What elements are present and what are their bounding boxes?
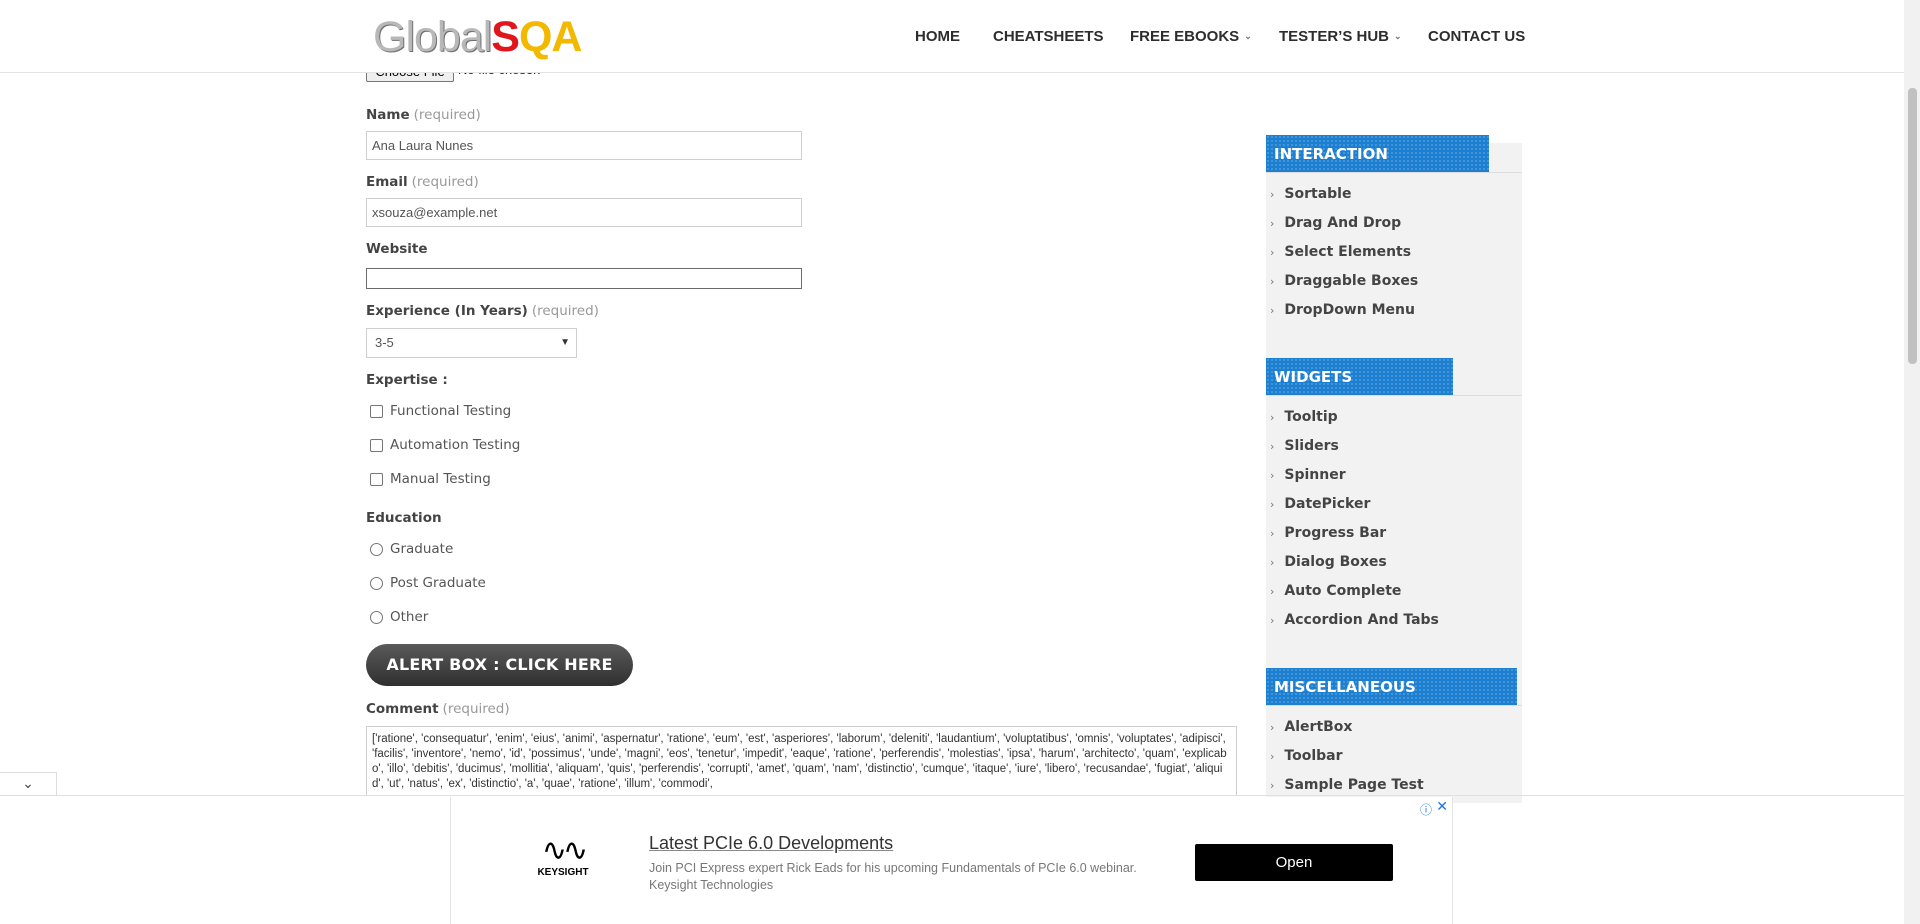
widget-title-miscellaneous: MISCELLANEOUS: [1266, 668, 1517, 706]
sidebar-item-sliders[interactable]: › Sliders: [1270, 438, 1339, 454]
name-input[interactable]: Ana Laura Nunes: [366, 131, 802, 160]
radio-button[interactable]: [370, 576, 383, 590]
chevron-right-icon: ›: [1270, 779, 1275, 792]
info-icon[interactable]: ⓘ: [1420, 801, 1432, 818]
widget-title-widgets: WIDGETS: [1266, 358, 1453, 396]
nav-home[interactable]: HOME: [915, 28, 960, 45]
sidebar-item-alertbox[interactable]: › AlertBox: [1270, 719, 1352, 735]
ad-title[interactable]: Latest PCIe 6.0 Developments: [649, 833, 893, 854]
chevron-down-icon: ⌄: [1394, 31, 1402, 41]
chevron-right-icon: ›: [1270, 614, 1275, 627]
sidebar-item-select-elements[interactable]: › Select Elements: [1270, 244, 1411, 260]
checkbox[interactable]: [370, 404, 383, 418]
waveform-icon: ∿∿: [541, 833, 588, 868]
chevron-right-icon: ›: [1270, 188, 1275, 201]
website-input[interactable]: [366, 268, 802, 289]
globalsqa-logo[interactable]: GlobalSQA: [373, 14, 582, 60]
chevron-right-icon: ›: [1270, 304, 1275, 317]
website-label: Website: [366, 241, 428, 257]
divider: [1266, 395, 1522, 396]
scrollbar-thumb[interactable]: [1908, 88, 1917, 364]
chevron-right-icon: ›: [1270, 527, 1275, 540]
checkbox-automation-testing[interactable]: Automation Testing: [370, 437, 520, 453]
chevron-right-icon: ›: [1270, 411, 1275, 424]
page-scrollbar[interactable]: [1904, 0, 1920, 924]
ad-collapse-button[interactable]: ⌄: [0, 772, 57, 796]
chevron-right-icon: ›: [1270, 440, 1275, 453]
chevron-right-icon: ›: [1270, 721, 1275, 734]
sidebar-item-dialog-boxes[interactable]: › Dialog Boxes: [1270, 554, 1387, 570]
checkbox[interactable]: [370, 472, 383, 486]
sidebar-item-drag-and-drop[interactable]: › Drag And Drop: [1270, 215, 1401, 231]
keysight-logo: ∿∿ KEYSIGHT: [533, 833, 593, 879]
chevron-right-icon: ›: [1270, 585, 1275, 598]
widget-title-interaction: INTERACTION: [1266, 135, 1489, 173]
sidebar-item-auto-complete[interactable]: › Auto Complete: [1270, 583, 1401, 599]
chevron-down-icon: ⌄: [22, 776, 34, 792]
chevron-right-icon: ›: [1270, 750, 1275, 763]
comment-textarea[interactable]: ['ratione', 'consequatur', 'enim', 'eius…: [366, 726, 1237, 796]
email-label: Email (required): [366, 174, 479, 190]
radio-button[interactable]: [370, 610, 383, 624]
nav-contact-us[interactable]: CONTACT US: [1428, 28, 1525, 45]
sidebar-item-toolbar[interactable]: › Toolbar: [1270, 748, 1343, 764]
radio-graduate[interactable]: Graduate: [370, 541, 453, 557]
alert-box-button[interactable]: ALERT BOX : CLICK HERE: [366, 644, 633, 686]
sidebar-item-sample-page-test[interactable]: › Sample Page Test: [1270, 777, 1424, 793]
chevron-right-icon: ›: [1270, 556, 1275, 569]
chevron-right-icon: ›: [1270, 217, 1275, 230]
nav-testers-hub[interactable]: TESTER’S HUB ⌄: [1279, 28, 1402, 45]
comment-label: Comment (required): [366, 701, 510, 717]
sidebar-item-spinner[interactable]: › Spinner: [1270, 467, 1346, 483]
education-label: Education: [366, 510, 442, 526]
sidebar-item-tooltip[interactable]: › Tooltip: [1270, 409, 1338, 425]
chevron-right-icon: ›: [1270, 498, 1275, 511]
site-header: GlobalSQA HOME CHEATSHEETS FREE EBOOKS ⌄ …: [0, 0, 1904, 73]
sidebar-item-sortable[interactable]: › Sortable: [1270, 186, 1351, 202]
nav-cheatsheets[interactable]: CHEATSHEETS: [993, 28, 1104, 45]
radio-button[interactable]: [370, 542, 383, 556]
chevron-right-icon: ›: [1270, 469, 1275, 482]
checkbox[interactable]: [370, 438, 383, 452]
sidebar-item-progress-bar[interactable]: › Progress Bar: [1270, 525, 1386, 541]
name-label: Name (required): [366, 107, 481, 123]
sidebar-item-draggable-boxes[interactable]: › Draggable Boxes: [1270, 273, 1418, 289]
ad-description: Join PCI Express expert Rick Eads for hi…: [649, 861, 1137, 892]
chevron-right-icon: ›: [1270, 246, 1275, 259]
divider: [1266, 172, 1522, 173]
nav-free-ebooks[interactable]: FREE EBOOKS ⌄: [1130, 28, 1252, 45]
close-icon[interactable]: ✕: [1436, 799, 1448, 815]
ad-divider: [0, 795, 1904, 796]
chevron-down-icon: ⌄: [1244, 31, 1252, 41]
checkbox-functional-testing[interactable]: Functional Testing: [370, 403, 511, 419]
experience-select[interactable]: 3-5 ▼: [366, 328, 577, 358]
sidebar-item-datepicker[interactable]: › DatePicker: [1270, 496, 1370, 512]
experience-label: Experience (In Years) (required): [366, 303, 599, 319]
expertise-label: Expertise :: [366, 372, 448, 388]
chevron-down-icon: ▼: [560, 337, 570, 348]
checkbox-manual-testing[interactable]: Manual Testing: [370, 471, 491, 487]
radio-post-graduate[interactable]: Post Graduate: [370, 575, 486, 591]
chevron-right-icon: ›: [1270, 275, 1275, 288]
email-input[interactable]: xsouza@example.net: [366, 198, 802, 227]
radio-other[interactable]: Other: [370, 609, 428, 625]
divider: [1266, 705, 1522, 706]
sidebar-item-dropdown-menu[interactable]: › DropDown Menu: [1270, 302, 1415, 318]
sidebar-item-accordion-and-tabs[interactable]: › Accordion And Tabs: [1270, 612, 1439, 628]
ad-banner[interactable]: ∿∿ KEYSIGHT Latest PCIe 6.0 Developments…: [450, 797, 1453, 924]
ad-open-button[interactable]: Open: [1195, 844, 1393, 881]
